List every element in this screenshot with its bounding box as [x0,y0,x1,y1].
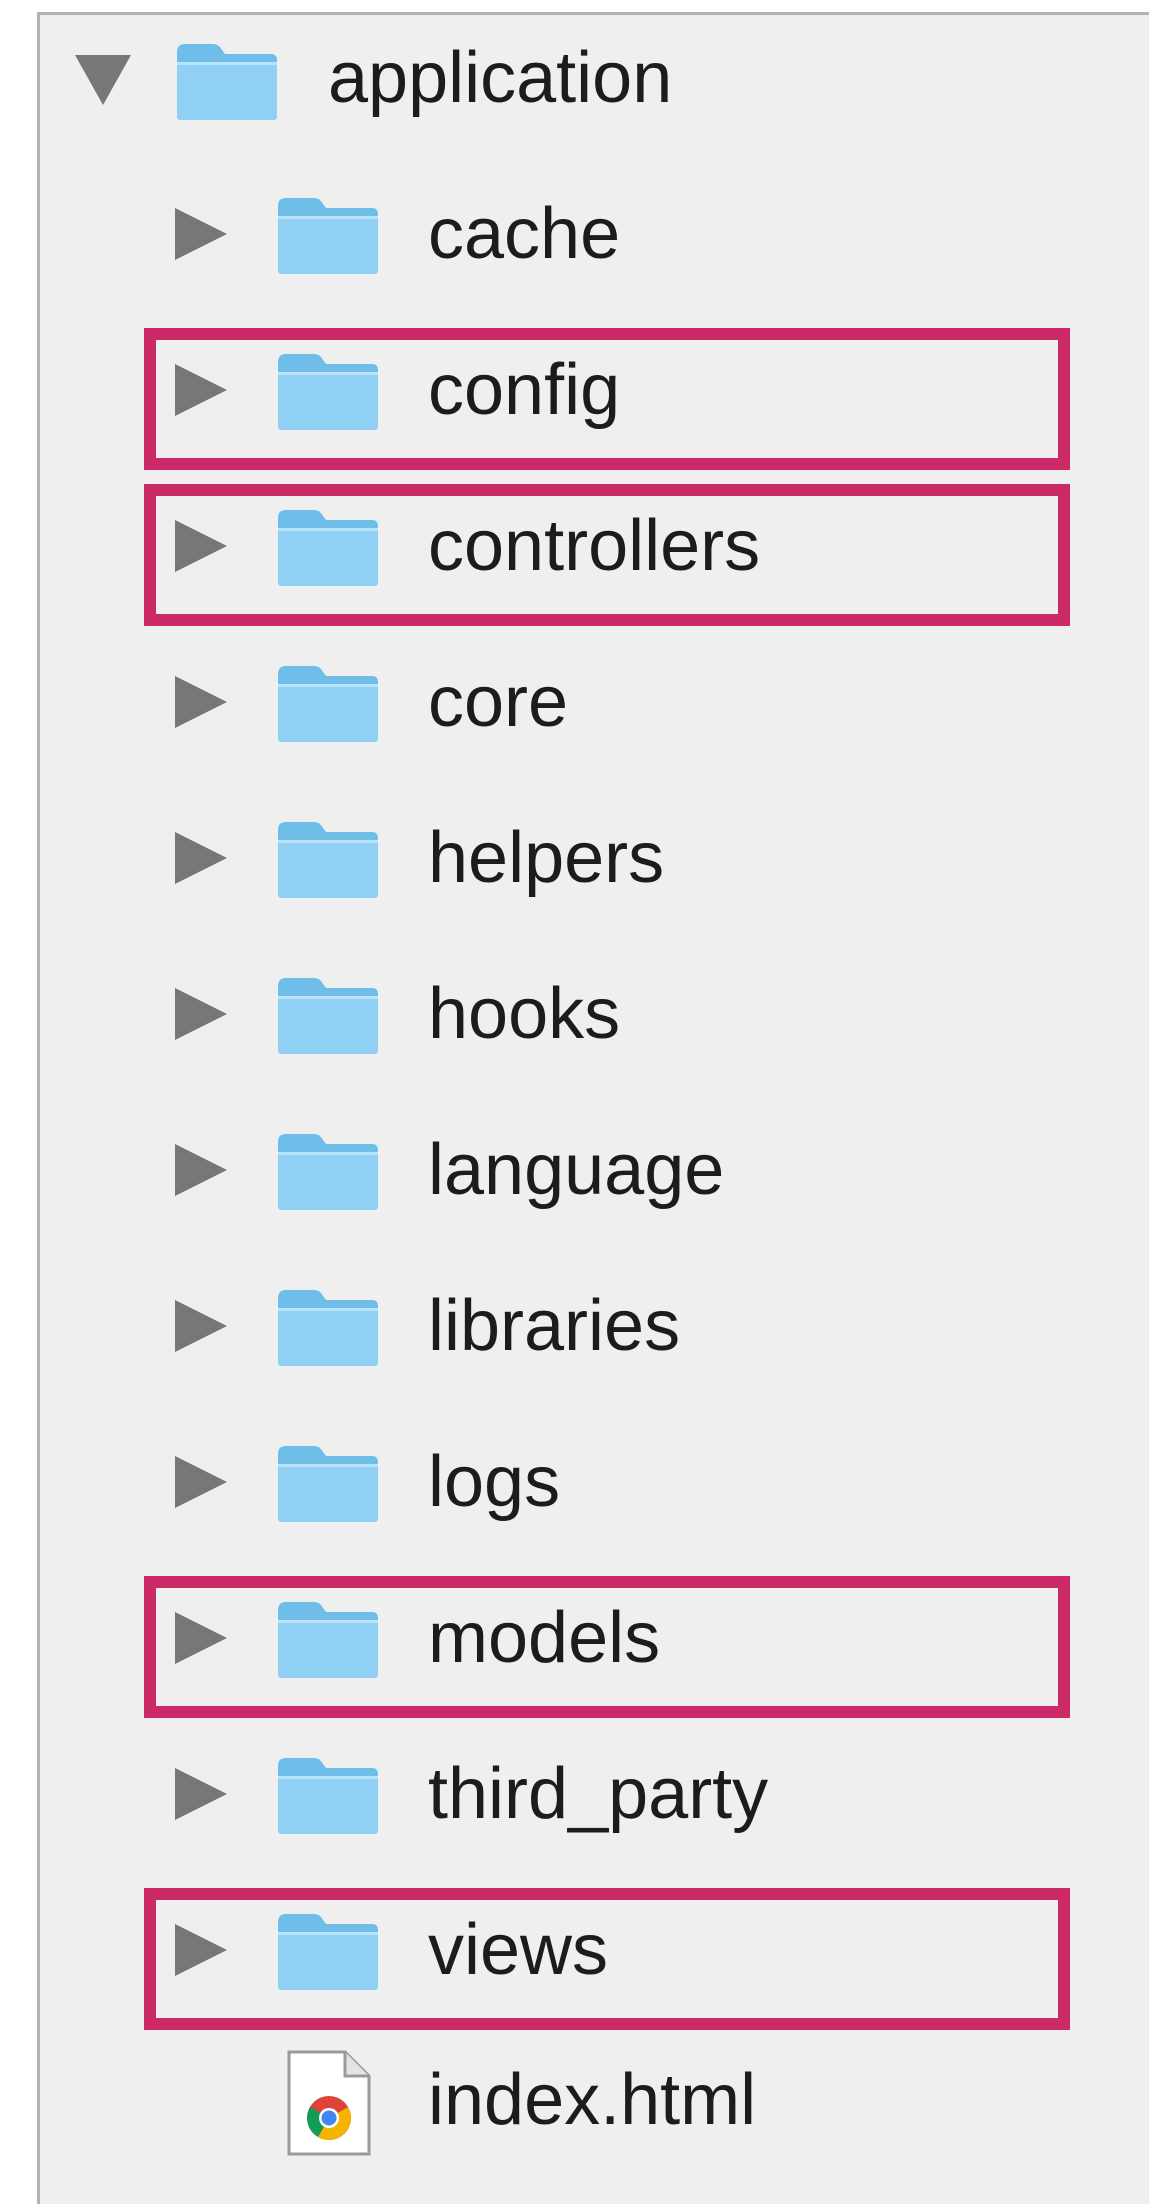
tree-label: third_party [428,1754,769,1834]
tree-label: hooks [428,974,621,1054]
folder-icon [278,1914,378,1990]
tree-label: config [428,350,621,430]
tree-row-cache[interactable]: cache [0,156,1149,312]
tree-row-controllers[interactable]: controllers [0,468,1149,624]
folder-icon [278,666,378,742]
folder-icon [278,1134,378,1210]
folder-icon [278,354,378,430]
tree-row-application[interactable]: application [0,0,1149,156]
disclosure-closed-icon[interactable] [175,1300,227,1352]
tree-label: application [328,38,673,118]
folder-icon [278,510,378,586]
tree-row-index-html[interactable]: index.html [0,2022,1149,2178]
tree-row-views[interactable]: views [0,1872,1149,2028]
tree-row-helpers[interactable]: helpers [0,780,1149,936]
tree-row-models[interactable]: models [0,1560,1149,1716]
disclosure-closed-icon[interactable] [175,208,227,260]
tree-label: controllers [428,506,761,586]
folder-icon [278,1602,378,1678]
disclosure-closed-icon[interactable] [175,1456,227,1508]
tree-label: logs [428,1442,561,1522]
folder-icon [278,1758,378,1834]
folder-icon [278,1290,378,1366]
tree-row-language[interactable]: language [0,1092,1149,1248]
folder-icon [278,1446,378,1522]
disclosure-closed-icon[interactable] [175,832,227,884]
tree-row-third-party[interactable]: third_party [0,1716,1149,1872]
folder-icon [278,978,378,1054]
tree-label: core [428,662,569,742]
tree-row-libraries[interactable]: libraries [0,1248,1149,1404]
tree-label: views [428,1910,609,1990]
disclosure-closed-icon[interactable] [175,1768,227,1820]
tree-label: cache [428,194,621,274]
disclosure-closed-icon[interactable] [175,1144,227,1196]
disclosure-closed-icon[interactable] [175,1924,227,1976]
tree-row-hooks[interactable]: hooks [0,936,1149,1092]
tree-label: helpers [428,818,665,898]
folder-icon [177,44,277,120]
tree-row-config[interactable]: config [0,312,1149,468]
folder-icon [278,198,378,274]
tree-label: models [428,1598,661,1678]
disclosure-closed-icon[interactable] [175,364,227,416]
tree-label: libraries [428,1286,681,1366]
disclosure-closed-icon[interactable] [175,676,227,728]
disclosure-closed-icon[interactable] [175,988,227,1040]
tree-row-core[interactable]: core [0,624,1149,780]
disclosure-closed-icon[interactable] [175,1612,227,1664]
tree-label: language [428,1130,725,1210]
chrome-html-file-icon [287,2050,371,2156]
disclosure-closed-icon[interactable] [175,520,227,572]
tree-row-logs[interactable]: logs [0,1404,1149,1560]
folder-icon [278,822,378,898]
tree-label: index.html [428,2060,757,2140]
disclosure-open-icon[interactable] [75,55,131,105]
